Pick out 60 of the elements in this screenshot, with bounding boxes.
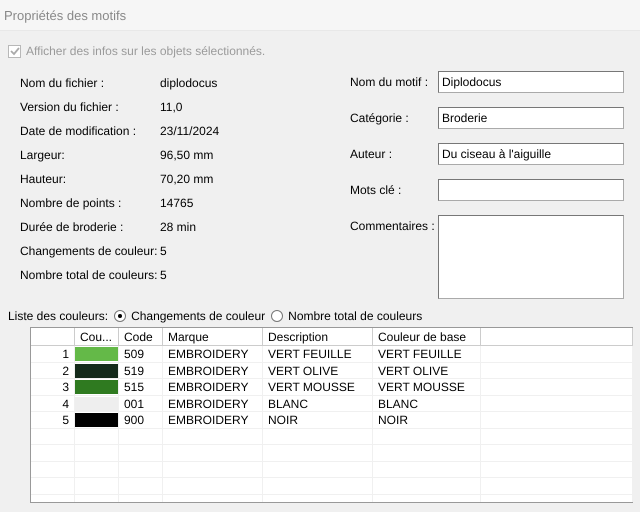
field-label: Catégorie : [350,110,410,125]
field-label: Nom du motif : [350,74,430,89]
column-header[interactable]: Description [263,328,373,345]
table-cell: BLANC [373,396,481,412]
table-cell: EMBROIDERY [163,379,263,395]
info-value: 70,20 mm [160,172,214,186]
table-cell: EMBROIDERY [163,396,263,412]
table-cell: 001 [119,396,163,412]
info-value: 5 [160,268,168,282]
info-label: Largeur: [20,148,66,162]
table-cell: BLANC [263,396,373,412]
table-cell: VERT MOUSSE [263,379,373,395]
table-cell: 509 [119,346,163,362]
info-value: 11,0 [160,100,184,114]
field-label: Auteur : [350,146,394,161]
radio-label: Nombre total de couleurs [288,309,422,323]
table-cell: 515 [119,379,163,395]
checkbox-label: Afficher des infos sur les objets sélectionnés. [26,44,266,58]
column-header[interactable]: Couleur de base [373,328,481,345]
comments-field[interactable] [438,215,624,299]
column-header[interactable]: Code [119,328,163,345]
info-label: Date de modification : [20,124,138,138]
info-value: 23/11/2024 [160,124,220,138]
window-title: Propriétés des motifs [0,0,640,31]
info-value: 28 min [160,220,198,234]
input-field[interactable]: Diplodocus [438,71,624,93]
info-value: 96,50 mm [160,148,214,162]
info-label: Version du fichier : [20,100,120,114]
column-header[interactable]: Cou... [75,328,119,345]
field-label: Mots clé : [350,182,402,197]
table-cell: VERT OLIVE [263,362,373,378]
table-cell: VERT OLIVE [373,362,481,378]
info-label: Nombre de points : [20,196,122,210]
input-field[interactable]: Broderie [438,107,624,129]
info-label: Nombre total de couleurs: [20,268,158,282]
info-label: Durée de broderie : [20,220,124,234]
column-header[interactable]: Marque [163,328,263,345]
info-value: diplodocus [160,76,218,90]
table-cell: 900 [119,412,163,428]
info-label: Changements de couleur: [20,244,158,258]
info-label: Nom du fichier : [20,76,106,90]
table-cell: NOIR [263,412,373,428]
table-cell: NOIR [373,412,481,428]
table-cell: VERT FEUILLE [263,346,373,362]
table-cell: EMBROIDERY [163,346,263,362]
input-field[interactable] [438,179,624,201]
info-label: Hauteur: [20,172,68,186]
radio-button[interactable] [271,310,284,322]
info-value: 5 [160,244,168,258]
radio-label: Changements de couleur [131,309,266,323]
radio-button[interactable] [114,310,126,322]
color-list-label: Liste des couleurs: [8,309,108,323]
input-field[interactable]: Du ciseau à l'aiguille [438,143,624,165]
table-cell: VERT FEUILLE [373,346,481,362]
field-label: Commentaires : [350,218,436,233]
table-cell: VERT MOUSSE [373,379,481,395]
info-value: 14765 [160,196,194,210]
table-cell: 519 [119,362,163,378]
table-cell: EMBROIDERY [163,412,263,428]
table-cell: EMBROIDERY [163,362,263,378]
